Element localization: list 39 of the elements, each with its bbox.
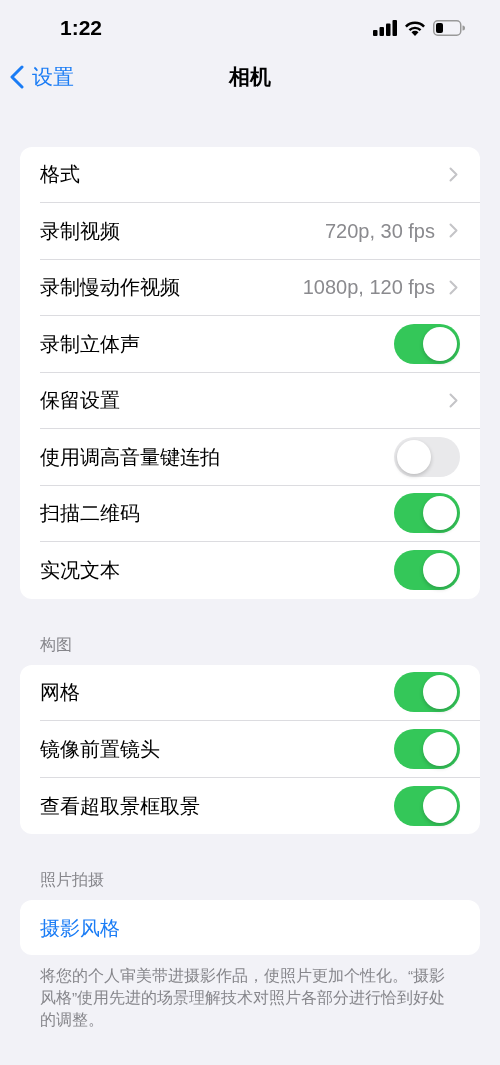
signal-icon <box>373 19 397 36</box>
row-label: 实况文本 <box>40 558 121 584</box>
section-header: 构图 <box>39 634 73 655</box>
toggle-switch[interactable] <box>394 550 460 591</box>
row-label: 录制视频 <box>40 218 121 244</box>
row-label: 查看超取景框取景 <box>40 793 201 819</box>
section-header: 照片拍摄 <box>39 870 105 890</box>
row-label: 镜像前置镜头 <box>40 736 161 762</box>
row-label: 扫描二维码 <box>40 501 141 527</box>
row-label: 录制立体声 <box>40 331 141 357</box>
chevron-icon <box>449 279 458 295</box>
row-label: 使用调高音量键连拍 <box>40 444 221 470</box>
wifi-icon <box>404 19 426 36</box>
status-time: 1:22 <box>60 14 103 41</box>
row-label: 保留设置 <box>40 388 121 414</box>
toggle-switch[interactable] <box>394 672 460 713</box>
page-title: 相机 <box>229 64 271 91</box>
back-chevron-icon <box>10 64 24 89</box>
link-row[interactable]: 摄影风格 <box>40 912 120 943</box>
row-label: 网格 <box>40 680 81 706</box>
toggle-switch[interactable] <box>394 728 460 769</box>
back-button[interactable]: 设置 <box>10 61 74 93</box>
toggle-switch[interactable] <box>394 436 460 477</box>
settings-row[interactable]: 保留设置 <box>20 372 480 429</box>
chevron-icon <box>449 392 458 408</box>
row-label: 录制慢动作视频 <box>40 275 181 301</box>
section-footer: 将您的个人审美带进摄影作品，使照片更加个性化。“摄影风格”使用先进的场景理解技术对照片各部分进行恰到好处的调整。 <box>20 965 480 1031</box>
chevron-icon <box>449 166 458 182</box>
settings-row[interactable]: 录制慢动作视频 1080p, 120 fps <box>20 259 480 316</box>
row-value: 1080p, 120 fps <box>302 275 435 301</box>
chevron-icon <box>449 223 458 239</box>
toggle-switch[interactable] <box>394 323 460 364</box>
row-value: 720p, 30 fps <box>324 218 435 244</box>
toggle-switch[interactable] <box>394 785 460 826</box>
row-label: 格式 <box>40 162 81 188</box>
battery-icon <box>433 19 466 36</box>
settings-row[interactable]: 格式 <box>20 146 480 203</box>
settings-row[interactable]: 录制视频 720p, 30 fps <box>20 203 480 260</box>
toggle-switch[interactable] <box>394 493 460 534</box>
